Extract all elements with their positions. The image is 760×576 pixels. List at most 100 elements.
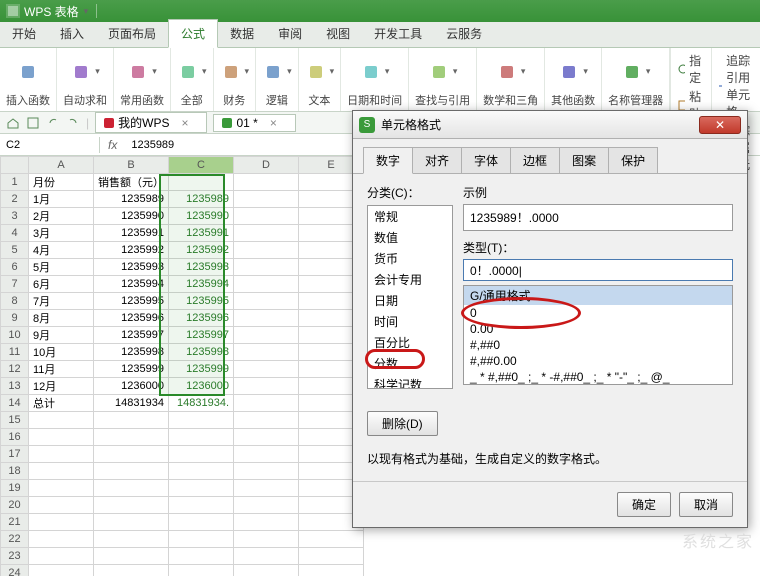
- cell[interactable]: 月份: [29, 174, 94, 191]
- cell[interactable]: 7月: [29, 293, 94, 310]
- cell[interactable]: [94, 429, 169, 446]
- cell[interactable]: [29, 548, 94, 565]
- menu-tab-0[interactable]: 开始: [0, 20, 48, 47]
- category-item[interactable]: 百分比: [368, 332, 452, 353]
- row-header[interactable]: 18: [1, 463, 29, 480]
- save-icon[interactable]: [26, 116, 40, 130]
- row-header[interactable]: 16: [1, 429, 29, 446]
- format-item[interactable]: 0: [464, 305, 732, 321]
- dialog-tab-4[interactable]: 图案: [559, 147, 609, 173]
- cell[interactable]: [94, 412, 169, 429]
- row-header[interactable]: 13: [1, 378, 29, 395]
- cell[interactable]: 1235997: [169, 327, 234, 344]
- cell[interactable]: 10月: [29, 344, 94, 361]
- cell[interactable]: [234, 344, 299, 361]
- row-header[interactable]: 14: [1, 395, 29, 412]
- cell[interactable]: [234, 327, 299, 344]
- cell[interactable]: [94, 565, 169, 576]
- row-header[interactable]: 21: [1, 514, 29, 531]
- col-header[interactable]: D: [234, 157, 299, 174]
- cell[interactable]: [234, 480, 299, 497]
- ribbon-group-0[interactable]: 插入函数: [0, 48, 57, 111]
- row-header[interactable]: 12: [1, 361, 29, 378]
- cell[interactable]: 11月: [29, 361, 94, 378]
- cell[interactable]: 1235992: [169, 242, 234, 259]
- close-icon[interactable]: ×: [270, 116, 277, 130]
- ribbon-group-11[interactable]: ▾名称管理器: [602, 48, 670, 111]
- type-input[interactable]: [463, 259, 733, 281]
- cell[interactable]: [29, 429, 94, 446]
- cell[interactable]: [234, 514, 299, 531]
- cell[interactable]: [169, 412, 234, 429]
- cell[interactable]: [234, 412, 299, 429]
- cell[interactable]: [169, 446, 234, 463]
- cell[interactable]: [29, 565, 94, 576]
- menu-tab-6[interactable]: 视图: [314, 20, 362, 47]
- format-item[interactable]: #,##0.00: [464, 353, 732, 369]
- cell[interactable]: [299, 565, 364, 576]
- cell[interactable]: 4月: [29, 242, 94, 259]
- app-menu-chevron-icon[interactable]: ▾: [84, 6, 89, 17]
- close-button[interactable]: ✕: [699, 116, 741, 134]
- cell[interactable]: 1235989: [169, 191, 234, 208]
- row-header[interactable]: 9: [1, 310, 29, 327]
- category-item[interactable]: 数值: [368, 227, 452, 248]
- category-item[interactable]: 常规: [368, 206, 452, 227]
- home-icon[interactable]: [6, 116, 20, 130]
- fx-icon[interactable]: fx: [100, 136, 125, 154]
- chevron-down-icon[interactable]: ▾: [521, 66, 526, 77]
- category-item[interactable]: 时间: [368, 311, 452, 332]
- spreadsheet-grid[interactable]: ABCDE1月份销售额（元）21月1235989123598932月123599…: [0, 156, 364, 576]
- col-header[interactable]: C: [169, 157, 234, 174]
- cell[interactable]: [94, 531, 169, 548]
- cell[interactable]: [169, 514, 234, 531]
- cell[interactable]: [29, 497, 94, 514]
- chevron-down-icon[interactable]: ▾: [646, 66, 651, 77]
- cell[interactable]: 14831934.: [169, 395, 234, 412]
- cell[interactable]: 1236000: [169, 378, 234, 395]
- cell[interactable]: [234, 259, 299, 276]
- redo-icon[interactable]: [66, 116, 80, 130]
- cell[interactable]: 5月: [29, 259, 94, 276]
- menu-tab-7[interactable]: 开发工具: [362, 20, 434, 47]
- cell[interactable]: 1235996: [169, 310, 234, 327]
- cell[interactable]: [234, 429, 299, 446]
- ribbon-group-9[interactable]: ▾数学和三角: [477, 48, 545, 111]
- category-item[interactable]: 科学记数: [368, 374, 452, 389]
- cell[interactable]: 1235991: [169, 225, 234, 242]
- cell[interactable]: [94, 497, 169, 514]
- cell[interactable]: [29, 412, 94, 429]
- cell[interactable]: 2月: [29, 208, 94, 225]
- ok-button[interactable]: 确定: [617, 492, 671, 517]
- cell[interactable]: 1235996: [94, 310, 169, 327]
- cell[interactable]: [169, 480, 234, 497]
- menu-tab-1[interactable]: 插入: [48, 20, 96, 47]
- col-header[interactable]: A: [29, 157, 94, 174]
- dialog-tab-2[interactable]: 字体: [461, 147, 511, 173]
- cell[interactable]: 6月: [29, 276, 94, 293]
- row-header[interactable]: 8: [1, 293, 29, 310]
- delete-button[interactable]: 删除(D): [367, 411, 438, 436]
- cell[interactable]: [169, 429, 234, 446]
- cell[interactable]: [234, 208, 299, 225]
- format-item[interactable]: G/通用格式: [464, 286, 732, 305]
- cell[interactable]: 1235999: [94, 361, 169, 378]
- cell[interactable]: 销售额（元）: [94, 174, 169, 191]
- doc-tab-1[interactable]: 我的WPS×: [95, 112, 207, 133]
- cell[interactable]: 总计: [29, 395, 94, 412]
- cell[interactable]: [29, 463, 94, 480]
- format-item[interactable]: #,##0: [464, 337, 732, 353]
- cancel-button[interactable]: 取消: [679, 492, 733, 517]
- category-item[interactable]: 分数: [368, 353, 452, 374]
- col-header[interactable]: B: [94, 157, 169, 174]
- menu-tab-3[interactable]: 公式: [168, 19, 218, 48]
- cell[interactable]: 1235994: [94, 276, 169, 293]
- cell[interactable]: [94, 548, 169, 565]
- cell[interactable]: [29, 480, 94, 497]
- chevron-down-icon[interactable]: ▾: [95, 66, 100, 77]
- dialog-titlebar[interactable]: S 单元格格式 ✕: [353, 111, 747, 139]
- cell[interactable]: [169, 174, 234, 191]
- cell[interactable]: 1235990: [169, 208, 234, 225]
- format-list[interactable]: G/通用格式00.00#,##0#,##0.00_ * #,##0_ ;_ * …: [463, 285, 733, 385]
- row-header[interactable]: 6: [1, 259, 29, 276]
